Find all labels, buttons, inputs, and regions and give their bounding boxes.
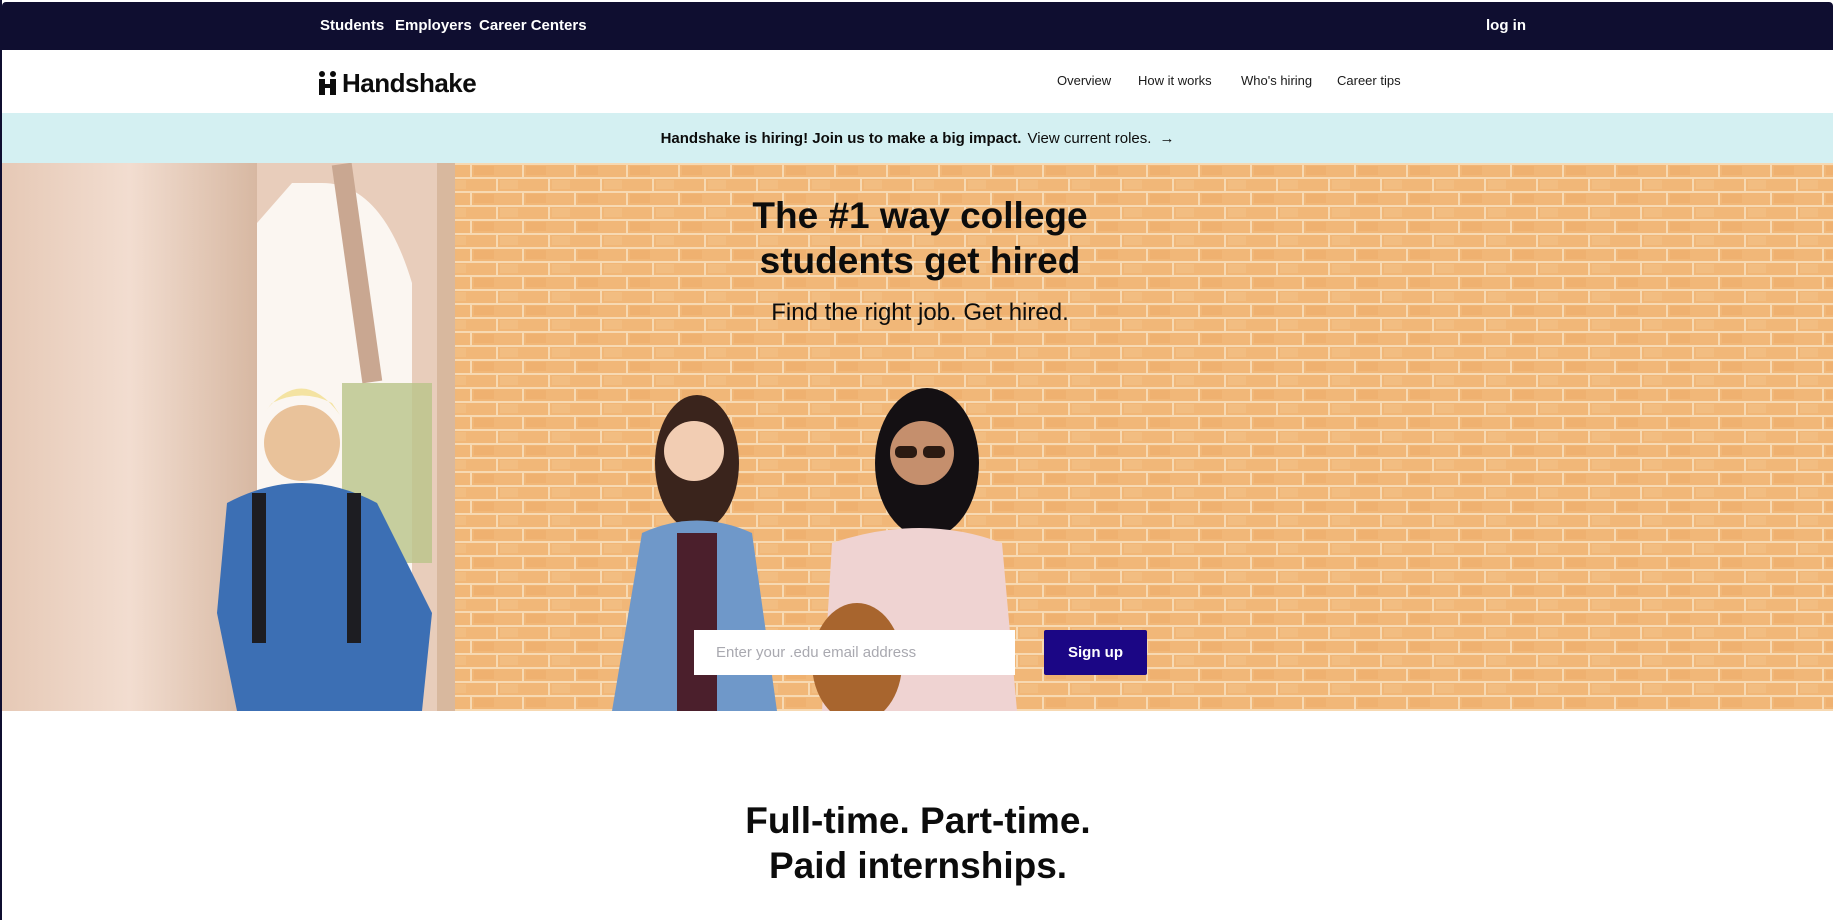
hero-section: The #1 way college students get hired Fi… (2, 163, 1833, 711)
section-title: Full-time. Part-time. Paid internships. (0, 798, 1835, 888)
brand-name: Handshake (342, 67, 477, 98)
hiring-banner[interactable]: Handshake is hiring! Join us to make a b… (2, 113, 1833, 163)
topbar-link-career-centers[interactable]: Career Centers (479, 17, 587, 34)
hero-title-line: The #1 way college (752, 195, 1088, 236)
sign-up-button[interactable]: Sign up (1044, 630, 1147, 675)
nav-item-whos-hiring[interactable]: Who's hiring (1241, 73, 1312, 88)
hero-title: The #1 way college students get hired (2, 193, 1833, 283)
topbar-link-students[interactable]: Students (320, 17, 384, 34)
banner-link[interactable]: View current roles. (1027, 130, 1151, 147)
nav-item-career-tips[interactable]: Career tips (1337, 73, 1401, 88)
hero-subtitle: Find the right job. Get hired. (771, 299, 1069, 326)
handshake-logo-icon (319, 71, 336, 95)
email-field[interactable] (694, 630, 1015, 675)
nav-item-overview[interactable]: Overview (1057, 73, 1111, 88)
topbar-link-employers[interactable]: Employers (395, 17, 472, 34)
nav-item-how-it-works[interactable]: How it works (1138, 73, 1212, 88)
main-navigation: Handshake Overview How it works Who's hi… (2, 50, 1833, 113)
hero-title-line: students get hired (759, 240, 1081, 281)
arrow-right-icon: → (1159, 129, 1175, 147)
audience-topbar: Students Employers Career Centers log in (2, 2, 1833, 50)
login-link[interactable]: log in (1486, 17, 1526, 34)
section-title-line: Paid internships. (768, 845, 1068, 886)
handshake-logo[interactable]: Handshake (318, 67, 477, 98)
section-title-line: Full-time. Part-time. (745, 800, 1091, 841)
banner-message: Handshake is hiring! Join us to make a b… (660, 129, 1022, 147)
